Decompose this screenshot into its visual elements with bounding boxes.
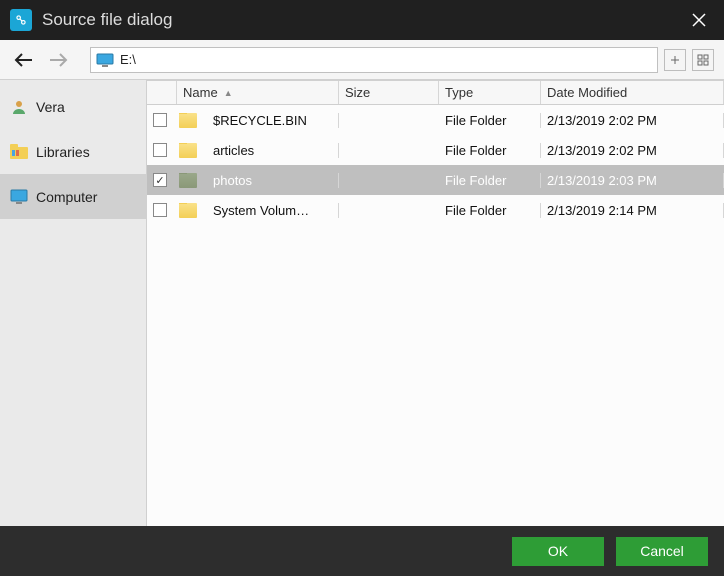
row-date: 2/13/2019 2:14 PM	[541, 203, 724, 218]
checkbox[interactable]	[153, 113, 167, 127]
ok-button[interactable]: OK	[512, 537, 604, 566]
sidebar-item-libraries[interactable]: Libraries	[0, 129, 146, 174]
user-icon	[10, 98, 28, 116]
sort-asc-icon: ▲	[224, 88, 233, 98]
folder-icon	[179, 143, 197, 158]
header-name[interactable]: Name ▲	[177, 81, 339, 104]
checkbox[interactable]	[153, 203, 167, 217]
row-date: 2/13/2019 2:02 PM	[541, 143, 724, 158]
view-grid-button[interactable]	[692, 49, 714, 71]
drive-icon	[96, 53, 114, 67]
path-input[interactable]: E:\	[90, 47, 658, 73]
header-size[interactable]: Size	[339, 81, 439, 104]
row-date: 2/13/2019 2:02 PM	[541, 113, 724, 128]
table-row[interactable]: $RECYCLE.BIN File Folder2/13/2019 2:02 PM	[147, 105, 724, 135]
toolbar: E:\	[0, 40, 724, 80]
sidebar-item-label: Computer	[36, 189, 97, 205]
row-date: 2/13/2019 2:03 PM	[541, 173, 724, 188]
header-type[interactable]: Type	[439, 81, 541, 104]
sidebar: Vera Libraries Computer	[0, 80, 147, 526]
body: Vera Libraries Computer Name ▲ Size Type…	[0, 80, 724, 526]
folder-icon	[179, 113, 197, 128]
row-checkbox-cell: ✓	[147, 173, 177, 187]
sidebar-item-vera[interactable]: Vera	[0, 84, 146, 129]
row-type: File Folder	[439, 203, 541, 218]
footer: OK Cancel	[0, 526, 724, 576]
row-name: System Volum…	[207, 203, 339, 218]
titlebar: Source file dialog	[0, 0, 724, 40]
row-type: File Folder	[439, 173, 541, 188]
cancel-button[interactable]: Cancel	[616, 537, 708, 566]
row-checkbox-cell	[147, 143, 177, 157]
row-icon-cell	[177, 173, 207, 188]
forward-button[interactable]	[44, 46, 72, 74]
window-title: Source file dialog	[42, 10, 684, 30]
new-folder-button[interactable]	[664, 49, 686, 71]
table-row[interactable]: ✓ photos File Folder2/13/2019 2:03 PM	[147, 165, 724, 195]
table-row[interactable]: System Volum… File Folder2/13/2019 2:14 P…	[147, 195, 724, 225]
close-button[interactable]	[684, 5, 714, 35]
folder-icon	[179, 203, 197, 218]
row-checkbox-cell	[147, 113, 177, 127]
folder-icon	[179, 173, 197, 188]
row-type: File Folder	[439, 113, 541, 128]
file-list: Name ▲ Size Type Date Modified $RECYCLE.…	[147, 80, 724, 526]
sidebar-item-label: Libraries	[36, 144, 90, 160]
header-check	[147, 81, 177, 104]
row-icon-cell	[177, 113, 207, 128]
row-name: $RECYCLE.BIN	[207, 113, 339, 128]
checkbox[interactable]	[153, 143, 167, 157]
row-name: articles	[207, 143, 339, 158]
header-date[interactable]: Date Modified	[541, 81, 724, 104]
libraries-icon	[10, 143, 28, 161]
row-name: photos	[207, 173, 339, 188]
file-rows: $RECYCLE.BINFile Folder2/13/2019 2:02 PM…	[147, 105, 724, 526]
computer-icon	[10, 188, 28, 206]
row-type: File Folder	[439, 143, 541, 158]
row-icon-cell	[177, 203, 207, 218]
row-checkbox-cell	[147, 203, 177, 217]
back-button[interactable]	[10, 46, 38, 74]
column-headers: Name ▲ Size Type Date Modified	[147, 81, 724, 105]
checkbox[interactable]: ✓	[153, 173, 167, 187]
app-icon	[10, 9, 32, 31]
row-icon-cell	[177, 143, 207, 158]
table-row[interactable]: articles File Folder2/13/2019 2:02 PM	[147, 135, 724, 165]
path-text: E:\	[120, 52, 136, 67]
sidebar-item-label: Vera	[36, 99, 65, 115]
sidebar-item-computer[interactable]: Computer	[0, 174, 146, 219]
